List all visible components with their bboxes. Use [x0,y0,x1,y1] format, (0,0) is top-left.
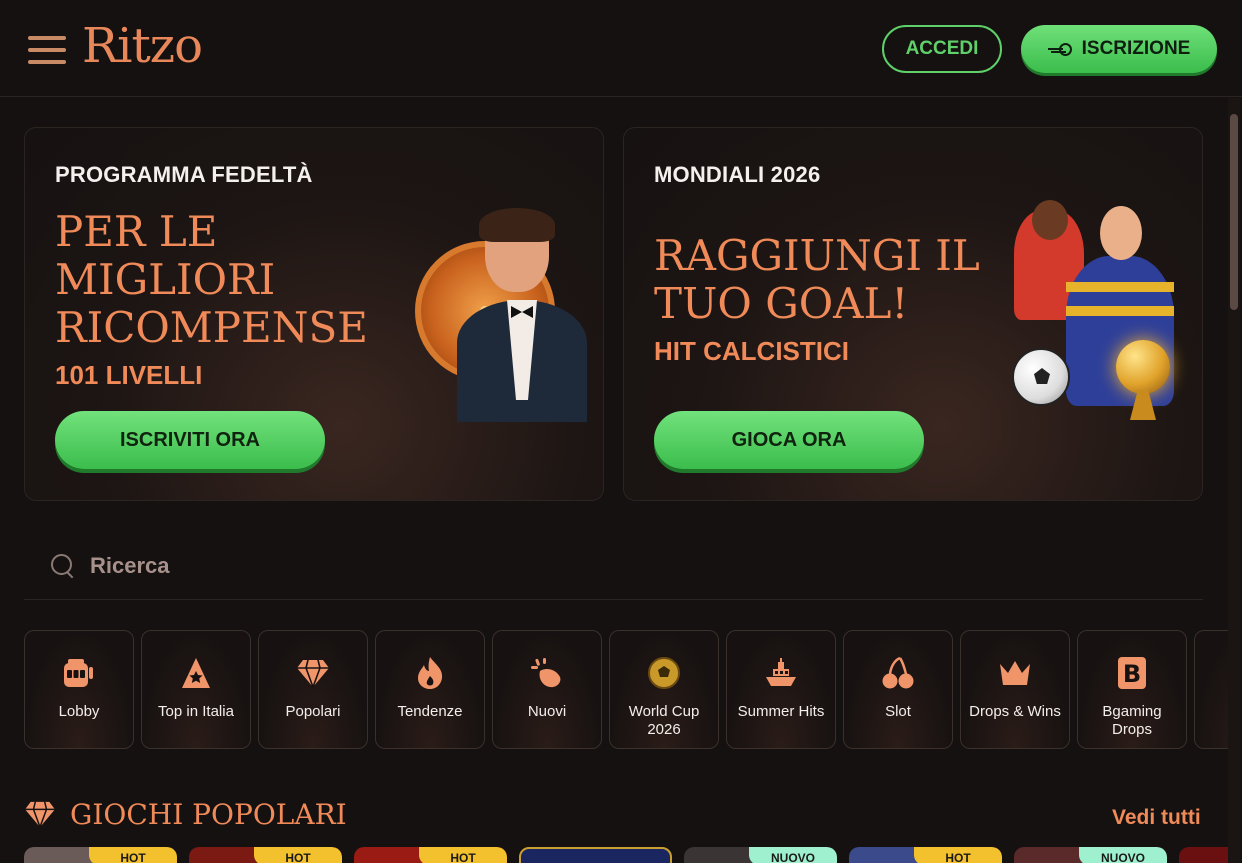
category-nuovi[interactable]: Nuovi [492,630,602,749]
category-label: Summer Hits [737,703,825,720]
game-tile[interactable] [1179,847,1228,863]
promo-kicker: PROGRAMMA FEDELTÀ [55,162,313,187]
see-all-link[interactable]: Vedi tutti [1112,806,1201,830]
brand-logo[interactable]: Ritzo [82,18,203,74]
signup-now-button[interactable]: ISCRIVITI ORA [55,411,325,469]
crown-icon [997,655,1033,691]
category-label: Nuovi [527,703,567,720]
promo-subtitle: HIT CALCISTICI [654,336,849,366]
search-icon [51,554,75,578]
cherry-icon [880,655,916,691]
category-label: Top in Italia [158,703,234,720]
status-badge: HOT [254,847,342,863]
status-badge: HOT [89,847,177,863]
diamond-icon [24,800,56,830]
category-popolari[interactable]: Popolari [258,630,368,749]
game-tile[interactable]: HOT [189,847,342,863]
promo-card-worldcup[interactable]: MONDIALI 2026 RAGGIUNGI IL TUO GOAL! HIT… [623,127,1203,501]
register-label: ISCRIZIONE [1081,38,1191,59]
svg-text:B: B [1123,660,1141,688]
game-tile[interactable]: HOT [849,847,1002,863]
category-top-italia[interactable]: Top in Italia [141,630,251,749]
login-button[interactable]: ACCEDI [882,25,1002,73]
category-label: Popolari [285,703,341,720]
category-lobby[interactable]: Lobby [24,630,134,749]
game-tile[interactable]: HOT [354,847,507,863]
promo-headline: PER LE MIGLIORI RICOMPENSE [55,207,368,352]
category-label: World Cup 2026 [628,703,700,738]
search-bar [24,532,1203,600]
category-partial[interactable]: Ca [1194,630,1228,749]
category-label: Drops & Wins [969,703,1061,720]
trophy-icon [1116,340,1170,394]
soccer-ball-icon [1012,348,1070,406]
game-tile[interactable]: NUOVO [684,847,837,863]
host-illustration [445,208,587,422]
promo-card-loyalty[interactable]: PROGRAMMA FEDELTÀ PER LE MIGLIORI RICOMP… [24,127,604,501]
category-drops-wins[interactable]: Drops & Wins [960,630,1070,749]
section-title: GIOCHI POPOLARI [70,798,347,831]
popular-games-row: HOT HOT HOT NUOVO HOT NUOVO [24,847,1228,863]
soccer-ball-icon [646,655,682,691]
sparkle-icon [529,655,565,691]
register-button[interactable]: ISCRIZIONE [1021,25,1217,73]
category-label: Tendenze [397,703,463,720]
game-tile[interactable]: NUOVO [1014,847,1167,863]
flame-icon [412,655,448,691]
status-badge: NUOVO [1079,847,1167,863]
category-label: Slot [885,703,911,720]
search-input[interactable] [90,550,690,582]
football-players-illustration [1004,200,1194,430]
play-now-button[interactable]: GIOCA ORA [654,411,924,469]
category-strip: Lobby Top in Italia Popolari Tendenze Nu… [24,630,1228,750]
diamond-icon [295,655,331,691]
top-header: Ritzo ACCEDI ISCRIZIONE [0,0,1242,97]
ship-icon [763,655,799,691]
category-summer-hits[interactable]: Summer Hits [726,630,836,749]
page-scrollbar[interactable] [1228,98,1240,863]
key-icon [1047,42,1072,56]
b-letter-icon: B [1114,655,1150,691]
category-bgaming-drops[interactable]: B Bgaming Drops [1077,630,1187,749]
status-badge: HOT [419,847,507,863]
promo-kicker: MONDIALI 2026 [654,162,821,187]
category-tendenze[interactable]: Tendenze [375,630,485,749]
category-label: Bgaming Drops [1102,703,1162,738]
status-badge: NUOVO [749,847,837,863]
menu-icon[interactable] [28,36,66,66]
category-label: Lobby [58,703,100,720]
star-cone-icon [178,655,214,691]
slot-machine-icon [61,655,97,691]
status-badge: HOT [914,847,1002,863]
promo-headline: RAGGIUNGI IL TUO GOAL! [654,231,980,328]
scrollbar-thumb[interactable] [1230,114,1238,310]
promo-subtitle: 101 LIVELLI [55,360,203,390]
category-world-cup[interactable]: World Cup 2026 [609,630,719,749]
game-tile[interactable] [519,847,672,863]
game-tile[interactable]: HOT [24,847,177,863]
section-header: GIOCHI POPOLARI [24,798,347,831]
category-slot[interactable]: Slot [843,630,953,749]
